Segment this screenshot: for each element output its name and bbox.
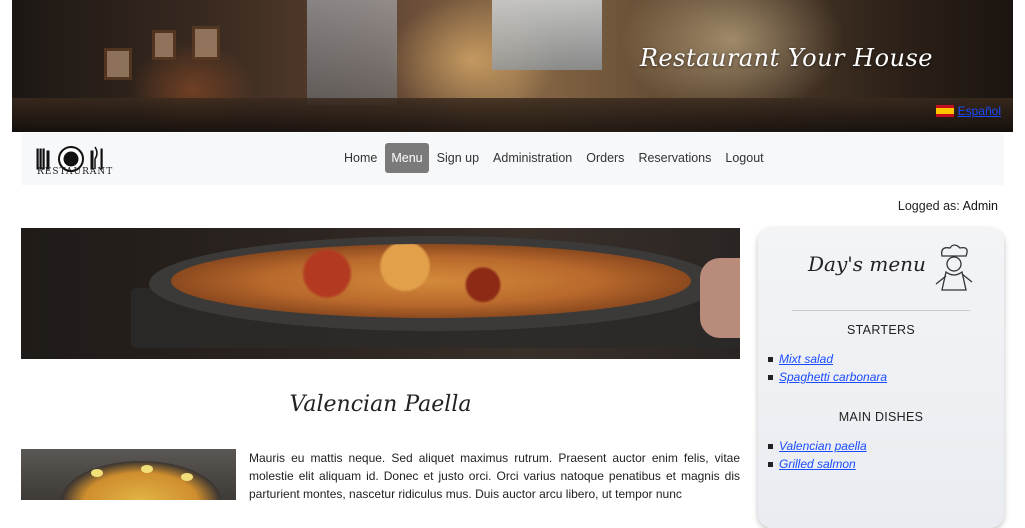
spain-flag-icon <box>935 105 954 117</box>
banner-picture-frame <box>152 30 176 60</box>
nav-menu: Home Menu Sign up Administration Orders … <box>338 143 770 173</box>
bullet-icon <box>768 443 773 449</box>
list-item: Valencian paella <box>768 437 867 455</box>
nav-logout[interactable]: Logout <box>719 143 770 173</box>
banner-window-right <box>492 0 602 70</box>
language-link[interactable]: Español <box>958 104 1001 118</box>
bullet-icon <box>768 461 773 467</box>
header-banner: Restaurant Your House Español <box>12 0 1013 132</box>
chef-icon <box>935 244 973 291</box>
banner-picture-frame <box>192 26 220 60</box>
nav-sign-up[interactable]: Sign up <box>430 143 486 173</box>
main-navbar: RESTAURANT Home Menu Sign up Administrat… <box>21 133 1004 185</box>
dish-thumbnail <box>21 449 236 500</box>
lemon-slice <box>91 469 103 477</box>
bullet-icon <box>768 356 773 362</box>
lemon-slice <box>181 473 193 481</box>
section-main-dishes-heading: MAIN DISHES <box>838 410 924 424</box>
logged-in-status: Logged as: Admin <box>898 199 998 213</box>
day-menu-panel: Day's menu STARTERS Mixt salad Spaghetti… <box>758 228 1004 528</box>
dish-title: Valencian Paella <box>289 392 472 417</box>
hero-image-paella <box>21 228 740 359</box>
day-menu-title: Day's menu <box>808 252 926 276</box>
logo-text: RESTAURANT <box>37 167 114 177</box>
site-title: Restaurant Your House <box>639 44 933 72</box>
menu-link[interactable]: Mixt salad <box>779 352 833 366</box>
nav-orders[interactable]: Orders <box>580 143 631 173</box>
menu-link[interactable]: Valencian paella <box>779 439 867 453</box>
nav-menu-active[interactable]: Menu <box>385 143 429 173</box>
sidebar-divider <box>792 310 970 311</box>
section-starters-heading: STARTERS <box>847 323 915 337</box>
banner-picture-frame <box>104 48 132 80</box>
list-item: Grilled salmon <box>768 455 867 473</box>
list-item: Mixt salad <box>768 350 887 368</box>
hero-hand <box>700 258 740 338</box>
nav-reservations[interactable]: Reservations <box>632 143 718 173</box>
menu-link[interactable]: Spaghetti carbonara <box>779 370 887 384</box>
main-dishes-list: Valencian paella Grilled salmon <box>768 437 867 473</box>
hero-paella-food <box>171 244 691 318</box>
banner-bar-counter <box>12 98 1013 132</box>
logged-label: Logged as: <box>897 199 960 213</box>
lemon-slice <box>141 465 153 473</box>
nav-home[interactable]: Home <box>338 143 384 173</box>
language-switcher[interactable]: Español <box>935 104 1001 118</box>
bullet-icon <box>768 374 773 380</box>
banner-window-left <box>307 0 397 105</box>
nav-administration[interactable]: Administration <box>487 143 579 173</box>
starters-list: Mixt salad Spaghetti carbonara <box>768 350 887 386</box>
logged-user: Admin <box>962 199 998 213</box>
dish-description: Mauris eu mattis neque. Sed aliquet maxi… <box>249 451 740 501</box>
list-item: Spaghetti carbonara <box>768 368 887 386</box>
menu-link[interactable]: Grilled salmon <box>779 457 856 471</box>
